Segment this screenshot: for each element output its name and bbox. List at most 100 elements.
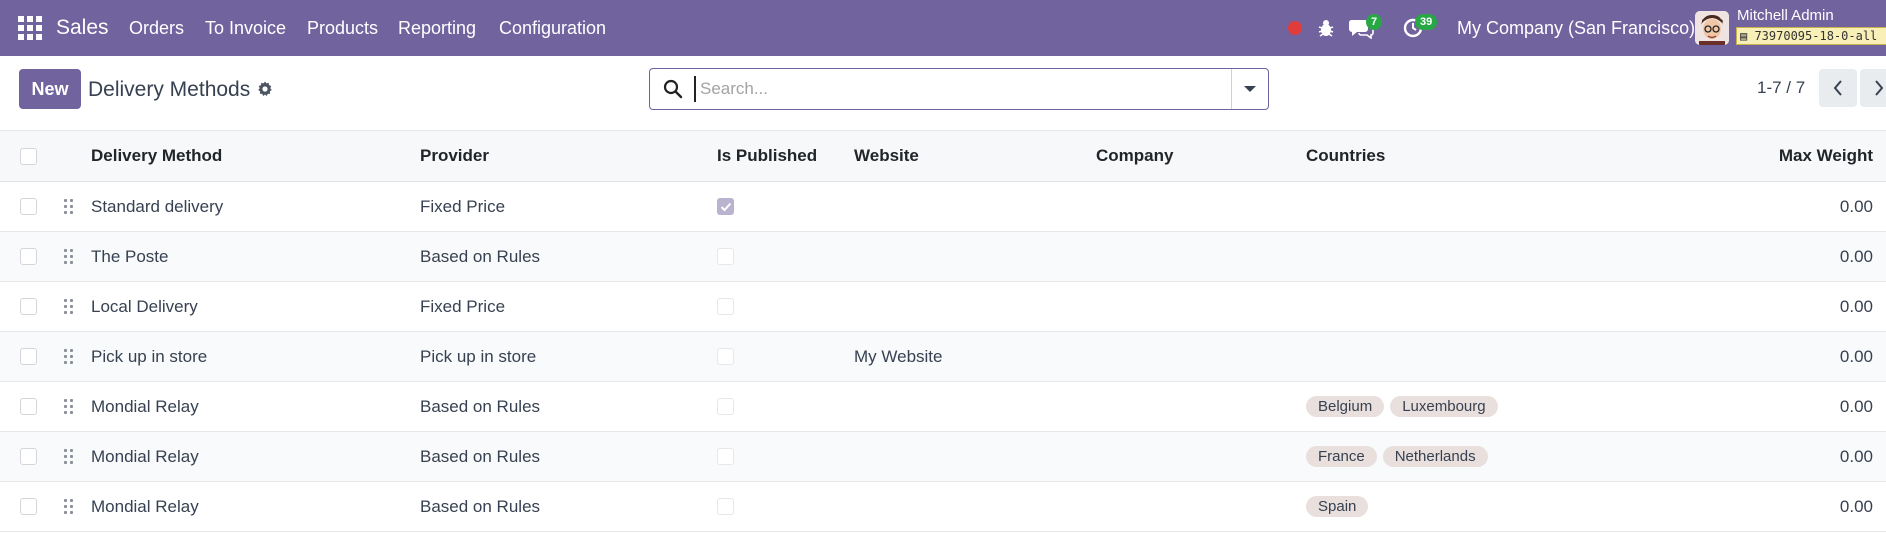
- provider-value: Pick up in store: [420, 346, 537, 366]
- search-input[interactable]: [694, 76, 1214, 102]
- debug-bug-icon[interactable]: [1316, 0, 1336, 56]
- table-row[interactable]: Mondial Relay Based on Rules Spain 0.00: [0, 482, 1886, 532]
- is-published-checkbox[interactable]: [717, 432, 734, 481]
- user-avatar[interactable]: [1695, 0, 1729, 56]
- database-name-text: 73970095-18-0-all: [1754, 29, 1878, 43]
- row-checkbox[interactable]: [20, 232, 37, 281]
- countries-value: France Netherlands: [1306, 432, 1494, 481]
- new-button[interactable]: New: [19, 69, 81, 109]
- database-name: ▤ 73970095-18-0-all: [1736, 27, 1886, 45]
- provider-value: Fixed Price: [420, 296, 506, 316]
- table-row[interactable]: Mondial Relay Based on Rules France Netherl…: [0, 432, 1886, 482]
- menu-item-to-invoice[interactable]: To Invoice: [205, 0, 286, 56]
- delivery-method-name: Mondial Relay: [91, 396, 199, 416]
- row-checkbox[interactable]: [20, 482, 37, 531]
- max-weight-value: 0.00: [1839, 346, 1873, 366]
- column-header-is-published[interactable]: Is Published: [717, 131, 817, 181]
- row-checkbox[interactable]: [20, 282, 37, 331]
- country-tag: Netherlands: [1382, 446, 1488, 467]
- messages-count-badge: 7: [1366, 14, 1383, 30]
- max-weight-value: 0.00: [1839, 296, 1873, 316]
- provider-value: Fixed Price: [420, 196, 506, 216]
- delivery-methods-table: Delivery Method Provider Is Published We…: [0, 130, 1886, 532]
- delivery-method-name: The Poste: [91, 246, 169, 266]
- menu-item-orders[interactable]: Orders: [129, 0, 184, 56]
- table-row[interactable]: Standard delivery Fixed Price 0.00: [0, 182, 1886, 232]
- drag-handle-icon[interactable]: [64, 282, 73, 331]
- drag-handle-icon[interactable]: [64, 332, 73, 381]
- gear-icon[interactable]: [256, 80, 274, 98]
- row-checkbox[interactable]: [20, 432, 37, 481]
- website-value: My Website: [854, 346, 943, 366]
- country-tag: Spain: [1306, 496, 1369, 517]
- drag-handle-icon[interactable]: [64, 182, 73, 231]
- max-weight-value: 0.00: [1839, 396, 1873, 416]
- pager-next-button[interactable]: [1860, 69, 1886, 107]
- column-header-website[interactable]: Website: [854, 131, 919, 181]
- table-row[interactable]: Local Delivery Fixed Price 0.00: [0, 282, 1886, 332]
- is-published-checkbox[interactable]: [717, 182, 734, 231]
- table-body: Standard delivery Fixed Price 0.00 The Post…: [0, 182, 1886, 532]
- column-header-max-weight[interactable]: Max Weight: [1700, 131, 1873, 181]
- delivery-method-name: Mondial Relay: [91, 496, 199, 516]
- column-header-provider[interactable]: Provider: [420, 131, 489, 181]
- country-tag: Belgium: [1306, 396, 1385, 417]
- row-checkbox[interactable]: [20, 382, 37, 431]
- row-checkbox[interactable]: [20, 182, 37, 231]
- column-header-delivery-method[interactable]: Delivery Method: [91, 131, 222, 181]
- delivery-method-name: Local Delivery: [91, 296, 198, 316]
- is-published-checkbox[interactable]: [717, 382, 734, 431]
- user-name[interactable]: Mitchell Admin: [1737, 7, 1834, 24]
- column-header-countries[interactable]: Countries: [1306, 131, 1385, 181]
- countries-value: Spain: [1306, 482, 1374, 531]
- apps-menu-icon[interactable]: [18, 0, 44, 56]
- drag-handle-icon[interactable]: [64, 382, 73, 431]
- country-tag: France: [1306, 446, 1377, 467]
- delivery-method-name: Standard delivery: [91, 196, 224, 216]
- table-row[interactable]: The Poste Based on Rules 0.00: [0, 232, 1886, 282]
- menu-item-products[interactable]: Products: [307, 0, 378, 56]
- drag-handle-icon[interactable]: [64, 232, 73, 281]
- drag-handle-icon[interactable]: [64, 482, 73, 531]
- table-header: Delivery Method Provider Is Published We…: [0, 130, 1886, 182]
- max-weight-value: 0.00: [1839, 246, 1873, 266]
- is-published-checkbox[interactable]: [717, 232, 734, 281]
- table-row[interactable]: Pick up in store Pick up in store My Websi…: [0, 332, 1886, 382]
- provider-value: Based on Rules: [420, 396, 541, 416]
- app-name[interactable]: Sales: [56, 0, 109, 56]
- is-published-checkbox[interactable]: [717, 282, 734, 331]
- search-bar: [649, 68, 1269, 110]
- pager-previous-button[interactable]: [1819, 69, 1857, 107]
- activities-count-badge: 39: [1415, 14, 1438, 30]
- company-switcher[interactable]: My Company (San Francisco): [1457, 0, 1695, 56]
- table-row[interactable]: Mondial Relay Based on Rules Belgium Luxemb…: [0, 382, 1886, 432]
- chevron-right-icon: [1875, 80, 1884, 96]
- is-published-checkbox[interactable]: [717, 482, 734, 531]
- provider-value: Based on Rules: [420, 496, 541, 516]
- page-title: Delivery Methods: [88, 78, 251, 101]
- record-dot-icon[interactable]: [1287, 0, 1303, 56]
- country-tag: Luxembourg: [1390, 396, 1498, 417]
- top-navbar: Sales Orders To Invoice Products Reporti…: [0, 0, 1886, 56]
- provider-value: Based on Rules: [420, 446, 541, 466]
- max-weight-value: 0.00: [1839, 446, 1873, 466]
- pager-value[interactable]: 1-7 / 7: [1757, 78, 1805, 98]
- row-checkbox[interactable]: [20, 332, 37, 381]
- column-header-company[interactable]: Company: [1096, 131, 1173, 181]
- search-icon: [663, 79, 683, 99]
- max-weight-value: 0.00: [1839, 496, 1873, 516]
- delivery-method-name: Pick up in store: [91, 346, 208, 366]
- drag-handle-icon[interactable]: [64, 432, 73, 481]
- select-all-checkbox[interactable]: [20, 131, 37, 181]
- delivery-method-name: Mondial Relay: [91, 446, 199, 466]
- provider-value: Based on Rules: [420, 246, 541, 266]
- menu-item-configuration[interactable]: Configuration: [499, 0, 606, 56]
- countries-value: Belgium Luxembourg: [1306, 382, 1504, 431]
- chevron-left-icon: [1833, 80, 1842, 96]
- search-options-toggle[interactable]: [1231, 69, 1268, 109]
- menu-item-reporting[interactable]: Reporting: [398, 0, 476, 56]
- database-icon: ▤: [1740, 29, 1755, 43]
- max-weight-value: 0.00: [1839, 196, 1873, 216]
- is-published-checkbox[interactable]: [717, 332, 734, 381]
- chevron-down-icon: [1244, 86, 1256, 92]
